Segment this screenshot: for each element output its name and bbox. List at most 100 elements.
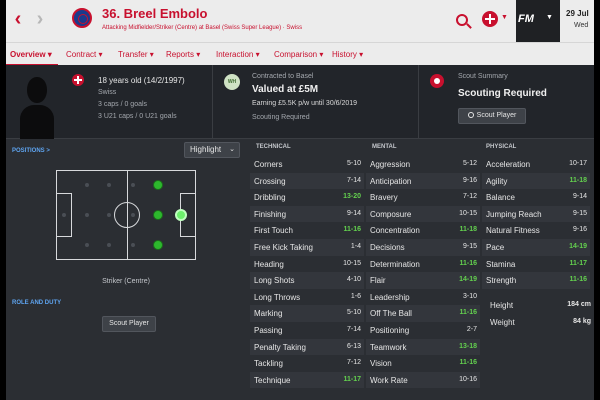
player-profile-window: ‹ › 36. Breel Embolo Attacking Midfielde… [6, 0, 594, 400]
attribute-row[interactable]: Crossing 7-14 [250, 172, 364, 190]
fm-logo[interactable]: FM [518, 13, 534, 25]
attribute-value: 14-19 [569, 243, 587, 250]
attribute-row[interactable]: Work Rate 10-16 [366, 371, 480, 389]
divider [418, 65, 419, 139]
positions-link[interactable]: POSITIONS > [12, 148, 50, 154]
contract-earnings: Earning £5.5K p/w until 30/6/2019 [252, 100, 358, 107]
attribute-row[interactable]: Jumping Reach 9-15 [482, 205, 590, 223]
attribute-row[interactable]: Composure 10-15 [366, 205, 480, 223]
search-icon[interactable] [456, 14, 468, 26]
attribute-row[interactable]: Positioning 2-7 [366, 322, 480, 339]
chevron-left-icon[interactable]: ‹ [10, 8, 26, 32]
attribute-name: Positioning [370, 326, 410, 335]
scout-summary-label: Scout Summary [458, 73, 508, 80]
divider [212, 65, 213, 139]
position-pitch[interactable] [56, 170, 196, 260]
club-badge-icon[interactable] [72, 8, 92, 28]
scout-player-button-secondary[interactable]: Scout Player [102, 316, 156, 332]
chevron-down-icon[interactable]: ▼ [546, 14, 553, 21]
attribute-row[interactable]: Pace 14-19 [482, 239, 590, 256]
attribute-row[interactable]: Heading 10-15 [250, 256, 364, 273]
attribute-name: Corners [254, 160, 283, 169]
attribute-row[interactable]: Penalty Taking 6-13 [250, 338, 364, 356]
attribute-row[interactable]: Passing 7-14 [250, 322, 364, 339]
attribute-value: 3-10 [462, 292, 477, 300]
scout-player-button[interactable]: Scout Player [458, 108, 526, 124]
attribute-row[interactable]: Strength 11-16 [482, 272, 590, 289]
search-icon [467, 112, 474, 118]
tab-transfer[interactable]: Transfer ▾ [118, 50, 154, 59]
attribute-name: Anticipation [370, 176, 412, 186]
attribute-row[interactable]: Vision 11-16 [366, 355, 480, 372]
player-info-strip: 18 years old (14/2/1997) Swiss 3 caps / … [6, 65, 594, 139]
attribute-row[interactable]: Off The Ball 11-16 [366, 305, 480, 322]
role-and-duty-link[interactable]: ROLE AND DUTY [12, 300, 61, 306]
contract-label: Contracted to Basel [252, 73, 314, 80]
tab-history[interactable]: History ▾ [332, 50, 363, 59]
position-dot [107, 213, 111, 217]
attribute-value: 7-14 [346, 326, 361, 333]
player-subtitle: Attacking Midfielder/Striker (Centre) at… [102, 25, 303, 31]
attribute-row[interactable]: Stamina 11-17 [482, 256, 590, 273]
tab-comparison[interactable]: Comparison ▾ [274, 50, 323, 59]
player-u21-caps: 3 U21 caps / 0 U21 goals [98, 113, 177, 120]
tab-interaction[interactable]: Interaction ▾ [216, 50, 260, 59]
attribute-row[interactable]: First Touch 11-16 [250, 222, 364, 239]
attribute-row[interactable]: Aggression 5-12 [366, 156, 480, 173]
physique-name: Weight [490, 318, 515, 327]
tab-bar: Overview ▾ Contract ▾ Transfer ▾ Reports… [6, 42, 594, 66]
attribute-value: 11-18 [459, 226, 477, 234]
page-title: 36. Breel Embolo [102, 6, 208, 21]
attribute-name: Strength [486, 276, 517, 286]
attribute-row[interactable]: Marking 5-10 [250, 305, 364, 322]
attribute-value: 7-12 [346, 359, 361, 367]
chevron-right-icon[interactable]: › [32, 8, 48, 32]
attribute-value: 10-15 [343, 259, 361, 267]
attribute-row[interactable]: Balance 9-14 [482, 189, 590, 206]
chevron-down-icon[interactable]: ▼ [501, 14, 508, 21]
attribute-name: Heading [254, 259, 284, 269]
attribute-row[interactable]: Long Shots 4-10 [250, 272, 364, 289]
attribute-name: Passing [254, 326, 283, 335]
player-avatar [20, 77, 54, 139]
date-weekday: Wed [574, 22, 589, 29]
attribute-name: Determination [370, 259, 420, 269]
attribute-row[interactable]: Acceleration 10-17 [482, 156, 590, 173]
attribute-row[interactable]: Tackling 7-12 [250, 355, 364, 372]
attribute-row[interactable]: Free Kick Taking 1-4 [250, 239, 364, 256]
nation-flag-icon[interactable] [482, 11, 498, 27]
attribute-row[interactable]: Leadership 3-10 [366, 289, 480, 306]
attribute-name: Long Throws [254, 292, 301, 302]
attribute-row[interactable]: Natural Fitness 9-16 [482, 222, 590, 239]
attribute-row[interactable]: Flair 14-19 [366, 272, 480, 289]
attribute-row[interactable]: Anticipation 9-16 [366, 172, 480, 190]
attribute-value: 9-15 [462, 243, 477, 250]
attribute-row[interactable]: Finishing 9-14 [250, 205, 364, 223]
attribute-name: Pace [486, 243, 505, 252]
attribute-row[interactable]: Dribbling 13-20 [250, 189, 364, 206]
attribute-row[interactable]: Long Throws 1-6 [250, 289, 364, 306]
attribute-row[interactable]: Decisions 9-15 [366, 239, 480, 256]
attribute-name: First Touch [254, 226, 293, 236]
position-dot [85, 213, 89, 217]
date-day[interactable]: 29 Jul [566, 9, 589, 18]
attribute-row[interactable]: Technique 11-17 [250, 371, 364, 389]
physique-name: Height [490, 301, 514, 310]
attribute-row[interactable]: Corners 5-10 [250, 156, 364, 173]
attribute-row[interactable]: Teamwork 13-18 [366, 338, 480, 356]
mental-header: MENTAL [372, 144, 397, 150]
highlight-dropdown[interactable]: Highlight ⌄ [184, 142, 240, 158]
attribute-row[interactable]: Bravery 7-12 [366, 189, 480, 206]
tab-overview[interactable]: Overview ▾ [10, 50, 52, 59]
attribute-name: Penalty Taking [254, 342, 306, 352]
attribute-row[interactable]: Determination 11-16 [366, 256, 480, 273]
attribute-value: 10-15 [459, 209, 477, 217]
club-logo[interactable]: WH [224, 74, 240, 90]
tab-reports[interactable]: Reports ▾ [166, 50, 200, 59]
attribute-row[interactable]: Concentration 11-18 [366, 222, 480, 239]
attribute-row[interactable]: Agility 11-18 [482, 172, 590, 190]
tab-contract[interactable]: Contract ▾ [66, 50, 102, 59]
positions-panel: POSITIONS > Highlight ⌄ Striker (Centre) … [6, 140, 246, 400]
scout-icon [430, 74, 444, 88]
position-dot-aml [153, 180, 163, 190]
